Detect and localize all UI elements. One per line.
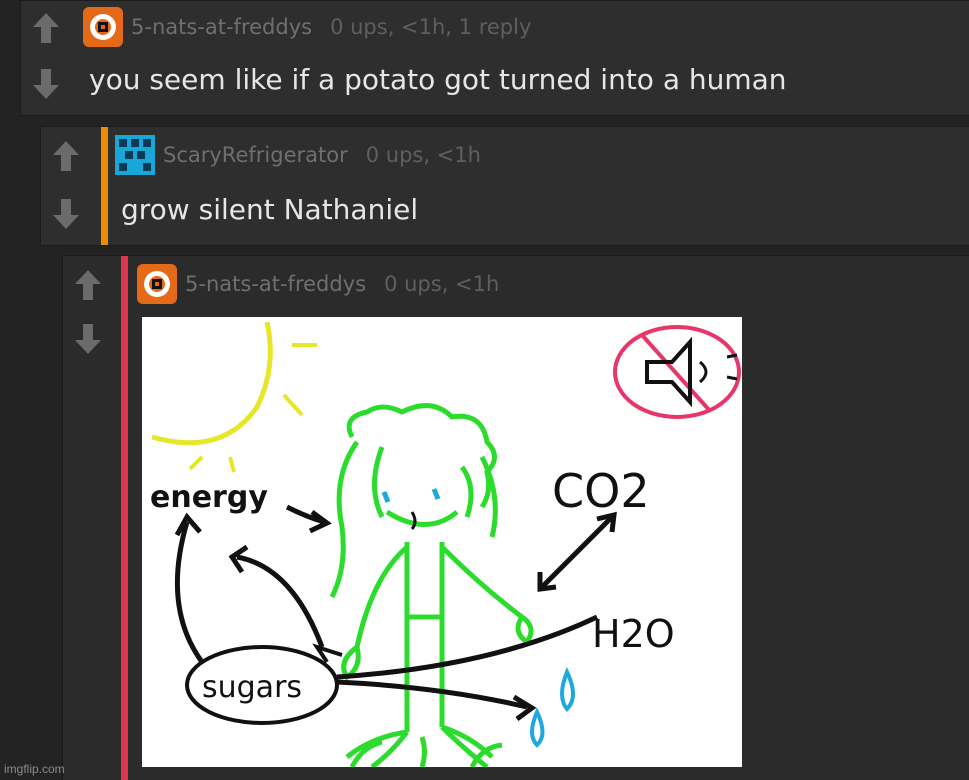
photosynthesis-drawing: energy CO2 H2O sugars (150, 321, 741, 767)
vote-column (63, 256, 109, 780)
vote-column (41, 127, 87, 245)
label-h2o: H2O (592, 612, 675, 656)
eye (431, 488, 441, 500)
label-co2: CO2 (552, 464, 650, 518)
comment-header: 5-nats-at-freddys 0 ups, <1h (137, 262, 499, 306)
comment-author[interactable]: ScaryRefrigerator (163, 143, 348, 167)
comment-text: you seem like if a potato got turned int… (89, 63, 787, 96)
comment-meta: 0 ups, <1h (384, 272, 500, 296)
sun-ray (228, 456, 236, 473)
thread-accent-bar (101, 127, 108, 245)
comment-1: 5-nats-at-freddys 0 ups, <1h, 1 reply yo… (20, 0, 969, 116)
watermark: imgflip.com (4, 762, 65, 776)
downvote-button[interactable] (73, 322, 103, 356)
down-arrow-icon (53, 199, 79, 229)
downvote-button[interactable] (31, 67, 61, 101)
thread-accent-bar (121, 256, 128, 780)
comment-meta: 0 ups, <1h, 1 reply (330, 15, 532, 39)
no-sound-icon (613, 325, 741, 419)
avatar[interactable] (115, 135, 155, 175)
comment-header: 5-nats-at-freddys 0 ups, <1h, 1 reply (83, 5, 531, 49)
down-arrow-icon (33, 69, 59, 99)
comment-text: grow silent Nathaniel (121, 193, 419, 226)
water-drop-icon (530, 707, 545, 748)
sun-ray (188, 455, 204, 471)
upvote-button[interactable] (31, 11, 61, 45)
sun-ray (282, 393, 304, 417)
vote-column (21, 1, 67, 115)
comment-thread: 5-nats-at-freddys 0 ups, <1h, 1 reply yo… (0, 0, 969, 780)
upvote-button[interactable] (51, 139, 81, 173)
plant-figure (329, 403, 534, 767)
upvote-button[interactable] (73, 268, 103, 302)
water-drop-icon (560, 667, 575, 712)
comment-author[interactable]: 5-nats-at-freddys (185, 272, 366, 296)
avatar[interactable] (83, 7, 123, 47)
eye (381, 491, 391, 503)
up-arrow-icon (75, 270, 101, 300)
downvote-button[interactable] (51, 197, 81, 231)
comment-header: ScaryRefrigerator 0 ups, <1h (115, 133, 481, 177)
comment-meta: 0 ups, <1h (365, 143, 481, 167)
avatar[interactable] (137, 264, 177, 304)
up-arrow-icon (53, 141, 79, 171)
down-arrow-icon (75, 324, 101, 354)
comment-image[interactable]: energy CO2 H2O sugars (142, 317, 742, 767)
comment-2: ScaryRefrigerator 0 ups, <1h grow silent… (40, 126, 969, 246)
label-sugars: sugars (202, 670, 302, 705)
up-arrow-icon (33, 13, 59, 43)
sun-arc (151, 321, 273, 446)
label-energy: energy (150, 480, 268, 515)
comment-author[interactable]: 5-nats-at-freddys (131, 15, 312, 39)
